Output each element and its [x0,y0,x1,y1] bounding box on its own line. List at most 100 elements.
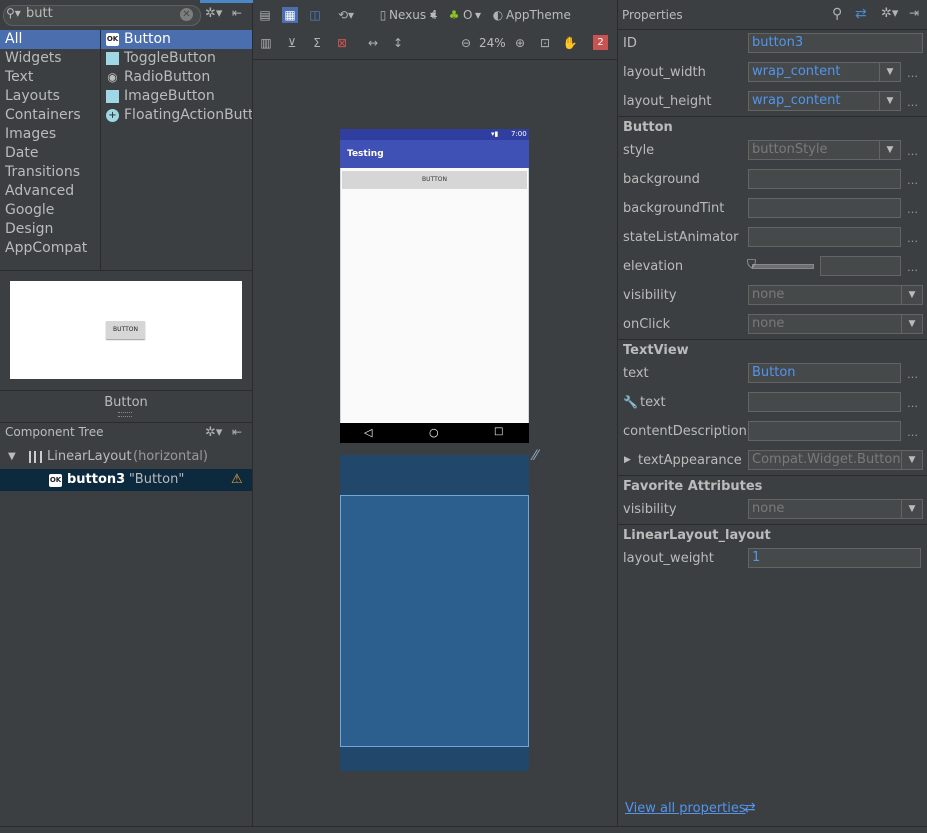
search-icon[interactable]: ⚲▾ [6,6,21,20]
text-field[interactable]: Button [748,363,901,383]
device-button[interactable]: BUTTON [342,171,527,189]
tree-row-button3[interactable]: OK button3 - "Button" ⚠ [0,469,252,491]
layout-height-select[interactable]: wrap_content ▼ [748,91,901,111]
more-icon[interactable]: … [907,174,918,187]
chevron-right-icon[interactable]: ▶ [624,455,631,465]
warning-icon[interactable]: ⚠ [231,469,243,491]
fav-visibility-select[interactable]: none ▼ [748,499,923,519]
pan-icon[interactable]: ✋ [562,35,578,51]
design-view-icon[interactable]: ▤ [257,7,273,23]
more-icon[interactable]: … [907,96,918,109]
background-field[interactable] [748,169,901,189]
divider [617,475,927,476]
button-icon: OK [106,33,119,46]
hide-panel-icon[interactable]: ⇤ [232,6,242,20]
elevation-label: elevation [623,259,684,274]
align-icon[interactable]: ⊻ [284,35,300,51]
zoom-in-icon[interactable]: ⊕ [512,35,528,51]
category-images[interactable]: Images [0,125,100,144]
hide-panel-icon[interactable]: ⇤ [232,425,242,439]
hide-panel-icon[interactable]: ⇥ [909,6,919,20]
theme-icon[interactable]: ◐ [490,7,506,23]
tree-row-linearlayout[interactable]: ▼ LinearLayout (horizontal) [0,446,252,468]
more-icon[interactable]: … [907,397,918,410]
error-badge[interactable]: 2 [593,35,608,50]
expand-horizontal-icon[interactable]: ↔ [365,35,381,51]
component-button[interactable]: OK Button [101,30,252,49]
id-field[interactable]: button3 [748,33,923,53]
category-design[interactable]: Design [0,220,100,239]
category-all[interactable]: All [0,30,100,49]
swap-view-icon[interactable]: ⇄ [744,800,756,816]
swap-view-icon[interactable]: ⇄ [855,6,867,22]
component-floatingactionbutton[interactable]: + FloatingActionButton [101,106,252,125]
category-layouts[interactable]: Layouts [0,87,100,106]
background-tint-field[interactable] [748,198,901,218]
more-icon[interactable]: … [907,261,918,274]
category-date[interactable]: Date [0,144,100,163]
pack-icon[interactable]: ▥ [258,35,274,51]
resize-handle[interactable] [118,412,132,417]
orientation-icon[interactable]: ⟲▾ [335,7,357,23]
fav-visibility-value: none [752,501,785,516]
gear-icon[interactable]: ✲▾ [881,6,898,21]
text-appearance-select[interactable]: Compat.Widget.Button ▼ [748,450,923,470]
style-select[interactable]: buttonStyle ▼ [748,140,901,160]
zoom-out-icon[interactable]: ⊖ [458,35,474,51]
content-description-field[interactable] [748,421,901,441]
radio-button-icon: ◉ [107,70,118,84]
tools-text-field[interactable] [748,392,901,412]
onclick-select[interactable]: none ▼ [748,314,923,334]
component-togglebutton[interactable]: ToggleButton [101,49,252,68]
resize-corner-icon[interactable]: ⁄⁄ [533,448,538,464]
distribute-icon[interactable]: Σ [309,35,325,51]
id-label: ID [623,36,637,51]
slider-thumb[interactable]: ⛉ [747,257,756,272]
chevron-down-icon[interactable]: ▼ [8,446,16,468]
component-imagebutton[interactable]: ImageButton [101,87,252,106]
more-icon[interactable]: … [907,67,918,80]
category-google[interactable]: Google [0,201,100,220]
chevron-down-icon: ▼ [901,451,922,469]
state-list-animator-field[interactable] [748,227,901,247]
component-label: RadioButton [124,69,211,85]
visibility-select[interactable]: none ▼ [748,285,923,305]
elevation-field[interactable] [820,256,901,276]
android-icon[interactable]: ♣ [446,7,462,23]
blueprint-selected-button[interactable] [340,495,529,747]
layout-height-value: wrap_content [752,93,841,108]
more-icon[interactable]: … [907,203,918,216]
search-icon[interactable]: ⚲ [832,6,842,22]
category-transitions[interactable]: Transitions [0,163,100,182]
layout-weight-label: layout_weight [623,551,714,566]
view-all-properties-link[interactable]: View all properties [625,801,746,816]
state-list-animator-label: stateListAnimator [623,230,739,245]
category-widgets[interactable]: Widgets [0,49,100,68]
more-icon[interactable]: … [907,145,918,158]
more-icon[interactable]: … [907,232,918,245]
clear-search-icon[interactable]: ✕ [180,8,193,21]
more-icon[interactable]: … [907,368,918,381]
expand-vertical-icon[interactable]: ↕ [390,35,406,51]
more-icon[interactable]: … [907,426,918,439]
api-select[interactable]: O [463,8,472,22]
component-label: FloatingActionButton [124,107,252,123]
clear-constraints-icon[interactable]: ⊠ [334,35,350,51]
section-button: Button [623,120,673,135]
zoom-fit-icon[interactable]: ⊡ [537,35,553,51]
blueprint-view-icon[interactable]: ▦ [282,7,298,23]
category-appcompat[interactable]: AppCompat [0,239,100,258]
theme-select[interactable]: AppTheme [506,8,571,22]
gear-icon[interactable]: ✲▾ [205,425,222,440]
design-blueprint-icon[interactable]: ◫ [307,7,323,23]
category-text[interactable]: Text [0,68,100,87]
tree-id: button3 [67,472,126,487]
category-containers[interactable]: Containers [0,106,100,125]
category-advanced[interactable]: Advanced [0,182,100,201]
layout-weight-field[interactable]: 1 [748,548,921,568]
gear-icon[interactable]: ✲▾ [205,6,222,21]
component-label: ImageButton [124,88,215,104]
elevation-slider-track[interactable] [752,264,814,269]
component-radiobutton[interactable]: ◉ RadioButton [101,68,252,87]
layout-width-select[interactable]: wrap_content ▼ [748,62,901,82]
